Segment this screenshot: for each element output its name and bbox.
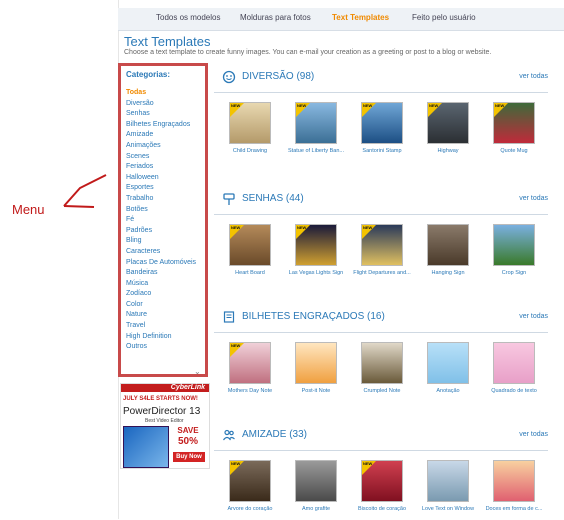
- template-caption: Love Text on Window: [421, 506, 475, 512]
- template-card[interactable]: NEW Child Drawing: [220, 102, 280, 154]
- section-title: BILHETES ENGRAÇADOS (16): [242, 311, 385, 322]
- note-icon: [223, 311, 235, 323]
- template-thumbnail: NEW: [295, 102, 337, 144]
- page-title: Text Templates: [124, 34, 211, 49]
- template-thumbnail: [295, 460, 337, 502]
- template-caption: Quote Mug: [500, 148, 528, 154]
- sign-icon: [223, 193, 235, 205]
- template-caption: Crop Sign: [501, 270, 527, 276]
- template-thumbnail: NEW: [229, 342, 271, 384]
- template-caption: Statue of Liberty Ban...: [288, 148, 344, 154]
- template-caption: Santorini Stamp: [362, 148, 402, 154]
- template-thumbnail: [493, 460, 535, 502]
- friends-icon: [223, 429, 235, 441]
- template-card[interactable]: Hanging Sign: [418, 224, 478, 276]
- template-caption: Quadrado de texto: [491, 388, 537, 394]
- template-thumbnail: NEW: [361, 224, 403, 266]
- section-diversao: DIVERSÃO (98) ver todas NEW Child Drawin…: [214, 66, 548, 176]
- section-title: DIVERSÃO (98): [242, 71, 315, 82]
- template-card[interactable]: Anotação: [418, 342, 478, 394]
- template-thumbnail: NEW: [361, 460, 403, 502]
- template-card[interactable]: Crop Sign: [484, 224, 544, 276]
- template-thumbnail: [493, 342, 535, 384]
- template-thumbnail: NEW: [427, 102, 469, 144]
- buy-now-button[interactable]: Buy Now: [173, 452, 205, 462]
- template-thumbnail: [427, 460, 469, 502]
- smiley-icon: [222, 70, 236, 84]
- template-card[interactable]: Crumpled Note: [352, 342, 412, 394]
- template-thumbnail: NEW: [229, 224, 271, 266]
- template-card[interactable]: NEW Biscoito de coração: [352, 460, 412, 512]
- template-caption: Doces em forma de c...: [485, 506, 543, 512]
- section-senhas: SENHAS (44) ver todas NEW Heart Board NE…: [214, 188, 548, 298]
- template-card[interactable]: NEW Heart Board: [220, 224, 280, 276]
- template-card[interactable]: Quadrado de texto: [484, 342, 544, 394]
- template-thumbnail: NEW: [295, 224, 337, 266]
- advertisement-banner[interactable]: CyberLink JULY S4LE STARTS NOW! PowerDir…: [120, 383, 210, 469]
- template-caption: Highway: [437, 148, 459, 154]
- template-card[interactable]: NEW Las Vegas Lights Sign: [286, 224, 346, 276]
- template-thumbnail: [427, 342, 469, 384]
- see-all-link[interactable]: ver todas: [519, 73, 548, 80]
- template-card[interactable]: NEW Mothers Day Note: [220, 342, 280, 394]
- section-header: DIVERSÃO (98) ver todas: [214, 66, 548, 93]
- section-amizade: AMIZADE (33) ver todas NEW Árvore do cor…: [214, 424, 548, 519]
- template-thumbnail: NEW: [229, 102, 271, 144]
- menu-highlight-box: [118, 63, 208, 377]
- top-navigation: Todos os modelos Molduras para fotos Tex…: [118, 8, 564, 31]
- template-caption: Flight Departures and...: [353, 270, 411, 276]
- ad-promo: JULY S4LE STARTS NOW!: [123, 396, 198, 402]
- section-header: AMIZADE (33) ver todas: [214, 424, 548, 451]
- ad-brand: CyberLink: [170, 384, 205, 391]
- template-card[interactable]: Amo grafite: [286, 460, 346, 512]
- section-header: SENHAS (44) ver todas: [214, 188, 548, 215]
- template-thumbnail: [295, 342, 337, 384]
- menu-annotation-label: Menu: [12, 202, 45, 217]
- template-card[interactable]: NEW Highway: [418, 102, 478, 154]
- template-caption: Anotação: [436, 388, 460, 394]
- ad-save: SAVE: [177, 426, 199, 435]
- ad-edition: Best Video Editor: [145, 418, 184, 424]
- template-card[interactable]: NEW Quote Mug: [484, 102, 544, 154]
- template-caption: Biscoito de coração: [358, 506, 406, 512]
- template-caption: Árvore do coração: [227, 506, 273, 512]
- tab-photo-frames[interactable]: Molduras para fotos: [240, 13, 311, 22]
- template-thumbnail: [427, 224, 469, 266]
- section-header: BILHETES ENGRAÇADOS (16) ver todas: [214, 306, 548, 333]
- tab-all-templates[interactable]: Todos os modelos: [156, 13, 220, 22]
- template-card[interactable]: NEW Statue of Liberty Ban...: [286, 102, 346, 154]
- template-thumbnail: [493, 224, 535, 266]
- template-card[interactable]: Doces em forma de c...: [484, 460, 544, 512]
- template-thumbnail: NEW: [361, 102, 403, 144]
- template-caption: Heart Board: [235, 270, 265, 276]
- ad-product: PowerDirector 13: [123, 406, 201, 417]
- page-subtitle: Choose a text template to create funny i…: [124, 49, 492, 56]
- template-card[interactable]: Love Text on Window: [418, 460, 478, 512]
- section-bilhetes: BILHETES ENGRAÇADOS (16) ver todas NEW M…: [214, 306, 548, 410]
- template-card[interactable]: Post-it Note: [286, 342, 346, 394]
- template-caption: Post-it Note: [301, 388, 331, 394]
- chevron-down-icon[interactable]: ⌄: [194, 367, 201, 376]
- template-thumbnail: NEW: [229, 460, 271, 502]
- section-title: AMIZADE (33): [242, 429, 308, 440]
- see-all-link[interactable]: ver todas: [519, 195, 548, 202]
- template-card[interactable]: NEW Árvore do coração: [220, 460, 280, 512]
- template-card[interactable]: NEW Santorini Stamp: [352, 102, 412, 154]
- template-thumbnail: NEW: [493, 102, 535, 144]
- tab-user-made[interactable]: Feito pelo usuário: [412, 13, 476, 22]
- template-caption: Hanging Sign: [431, 270, 465, 276]
- section-title: SENHAS (44): [242, 193, 304, 204]
- see-all-link[interactable]: ver todas: [519, 313, 548, 320]
- template-caption: Las Vegas Lights Sign: [288, 270, 344, 276]
- template-card[interactable]: NEW Flight Departures and...: [352, 224, 412, 276]
- template-caption: Amo grafite: [301, 506, 331, 512]
- template-caption: Mothers Day Note: [227, 388, 273, 394]
- product-box-image: [123, 426, 169, 468]
- ad-percent: 50%: [177, 436, 198, 447]
- tab-text-templates[interactable]: Text Templates: [332, 13, 389, 22]
- template-caption: Crumpled Note: [363, 388, 401, 394]
- template-caption: Child Drawing: [232, 148, 268, 154]
- template-thumbnail: [361, 342, 403, 384]
- see-all-link[interactable]: ver todas: [519, 431, 548, 438]
